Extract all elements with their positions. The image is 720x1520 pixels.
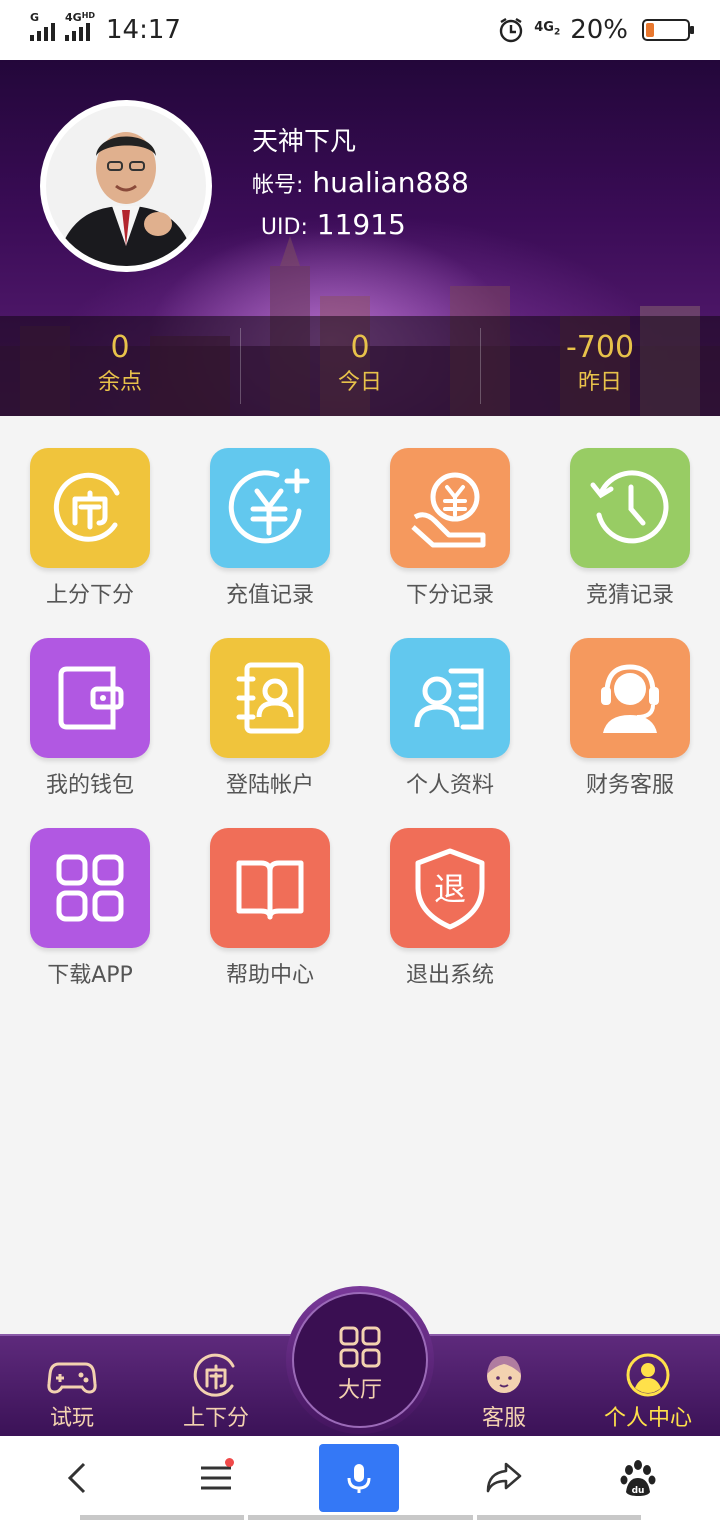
alarm-icon	[500, 17, 523, 43]
profile-header: 天神下凡 帐号: hualian888 UID: 11915 0 余点 0 今日…	[0, 60, 720, 416]
account-value: hualian888	[312, 166, 469, 199]
user-circle-icon	[626, 1353, 670, 1397]
wallet-icon	[58, 666, 124, 730]
account-label: 帐号:	[252, 173, 304, 198]
browser-back-button[interactable]	[38, 1444, 118, 1512]
user-info: 天神下凡 帐号: hualian888 UID: 11915	[252, 122, 469, 246]
tile-transfer[interactable]	[30, 448, 150, 568]
account-book-icon	[236, 662, 304, 734]
tile-wallet[interactable]	[30, 638, 150, 758]
logout-shield-icon: 退	[415, 848, 485, 930]
voice-icon	[347, 1464, 371, 1493]
share-icon	[486, 1462, 522, 1493]
browser-share-button[interactable]	[464, 1444, 544, 1512]
menu-item-download-app[interactable]: 下载APP	[0, 828, 180, 992]
browser-baidu-button[interactable]: du	[598, 1444, 678, 1512]
menu-item-logout[interactable]: 退 退出系统	[360, 828, 540, 992]
nav-service[interactable]: 客服	[434, 1336, 574, 1436]
tile-help-center[interactable]	[210, 828, 330, 948]
screen: G 4GHD 14:17 4G2 20% 天神下凡 帐号: hualian888…	[0, 0, 720, 1520]
clock-time: 14:17	[106, 15, 181, 45]
tile-download-app[interactable]	[30, 828, 150, 948]
status-bar: G 4GHD 14:17 4G2 20%	[0, 0, 720, 60]
profile-card-icon	[414, 668, 484, 730]
battery-percent: 20%	[570, 15, 628, 45]
menu-item-transfer[interactable]: 上分下分	[0, 448, 180, 612]
coin-exchange-icon	[53, 472, 120, 542]
user-nickname: 天神下凡	[252, 127, 357, 157]
nav-personal-center[interactable]: 个人中心	[578, 1336, 718, 1436]
support-girl-icon	[487, 1356, 521, 1393]
uid-value: 11915	[316, 208, 406, 241]
stat-yesterday: -700 昨日	[480, 316, 720, 416]
tile-finance-service[interactable]	[570, 638, 690, 758]
tile-logout[interactable]: 退	[390, 828, 510, 948]
hand-coin-icon	[411, 472, 486, 548]
nav-hall-button[interactable]: 大厅	[286, 1286, 434, 1434]
uid-label: UID:	[260, 215, 308, 240]
tile-withdraw-records[interactable]	[390, 448, 510, 568]
scroll-indicator-1	[80, 1515, 244, 1520]
avatar-photo	[46, 106, 206, 266]
nav-trial[interactable]: 试玩	[2, 1336, 142, 1436]
stat-balance: 0 余点	[97, 330, 142, 395]
back-icon	[67, 1462, 86, 1494]
menu-item-wallet[interactable]: 我的钱包	[0, 638, 180, 802]
notification-dot	[225, 1458, 234, 1467]
menu-item-recharge-records[interactable]: 充值记录	[180, 448, 360, 612]
grid-icon	[339, 1326, 381, 1368]
network-4g-icon: 4G2	[534, 19, 561, 38]
battery-icon	[642, 19, 694, 41]
scroll-indicator-2	[248, 1515, 473, 1520]
history-clock-icon	[590, 470, 669, 544]
apps-grid-icon	[56, 854, 124, 922]
stats-bar: 0 余点 0 今日 -700 昨日	[0, 316, 720, 416]
stat-today: 0 今日	[240, 316, 480, 416]
browser-voice-button[interactable]	[319, 1444, 399, 1512]
tile-recharge-records[interactable]	[210, 448, 330, 568]
headset-agent-icon	[601, 664, 659, 733]
recharge-icon	[228, 468, 310, 544]
menu-item-finance-service[interactable]: 财务客服	[540, 638, 720, 802]
tile-login-account[interactable]	[210, 638, 330, 758]
browser-menu-button[interactable]	[176, 1444, 256, 1512]
signal-4g-icon: 4GHD	[65, 11, 95, 41]
menu-item-bet-records[interactable]: 竞猜记录	[540, 448, 720, 612]
nav-transfer[interactable]: 上下分	[146, 1336, 286, 1436]
signal-icon: G	[30, 11, 55, 41]
baidu-paw-icon: du	[620, 1460, 656, 1496]
scroll-indicator-3	[477, 1515, 641, 1520]
menu-item-login-account[interactable]: 登陆帐户	[180, 638, 360, 802]
svg-text:du: du	[632, 1486, 645, 1496]
logout-glyph: 退	[434, 870, 466, 908]
browser-toolbar: du	[0, 1436, 720, 1520]
menu-item-help-center[interactable]: 帮助中心	[180, 828, 360, 992]
nav-hall-inner: 大厅	[292, 1292, 428, 1428]
tile-bet-records[interactable]	[570, 448, 690, 568]
coin-icon	[193, 1353, 235, 1397]
menu-item-withdraw-records[interactable]: 下分记录	[360, 448, 540, 612]
menu-item-profile[interactable]: 个人资料	[360, 638, 540, 802]
gamepad-icon	[47, 1362, 97, 1394]
avatar[interactable]	[40, 100, 212, 272]
open-book-icon	[236, 860, 304, 920]
tile-profile[interactable]	[390, 638, 510, 758]
